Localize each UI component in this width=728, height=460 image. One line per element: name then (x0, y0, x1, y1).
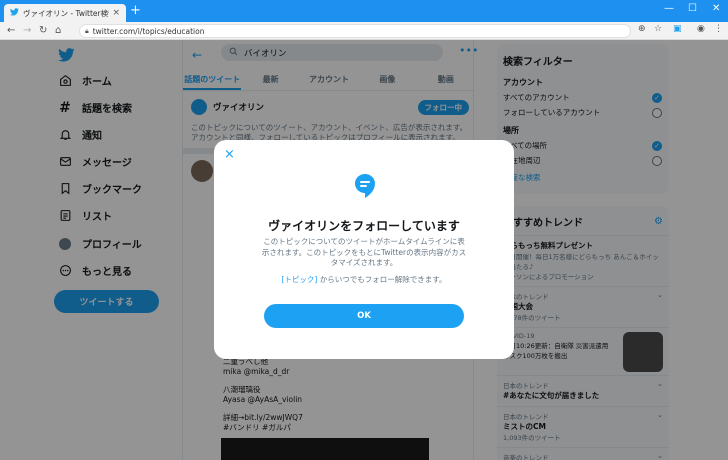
dialog-title: ヴァイオリンをフォローしています (268, 219, 460, 233)
home-browser-icon[interactable]: ⌂ (55, 24, 61, 37)
forward-icon[interactable]: → (23, 24, 31, 37)
browser-tab[interactable]: ヴァイオリン - Twitter検索 / Twitter × (4, 4, 126, 22)
browser-menu-icon[interactable]: ⋮ (714, 24, 723, 34)
reload-icon[interactable]: ↻ (39, 24, 47, 37)
dialog-body: このトピックについてのツイートがホームタイムラインに表示されます。このトピックを… (261, 237, 467, 267)
back-icon[interactable]: ← (7, 24, 15, 37)
target-icon[interactable]: ⊕ (638, 24, 646, 34)
maximize-button[interactable]: ☐ (688, 3, 697, 14)
browser-toolbar: ← → ↻ ⌂ 🔒︎ twitter.com/i/topics/educatio… (0, 22, 728, 40)
follow-confirmation-dialog: × ヴァイオリンをフォローしています このトピックについてのツイートがホームタイ… (214, 140, 514, 359)
new-tab-button[interactable]: + (130, 4, 141, 18)
star-icon[interactable]: ☆ (654, 24, 662, 34)
dialog-note-text: からいつでもフォロー解除できます。 (317, 275, 447, 284)
close-window-button[interactable]: ✕ (712, 3, 720, 14)
extension-icon[interactable]: ▣ (673, 24, 682, 34)
topics-link[interactable]: [トピック] (282, 275, 318, 284)
topic-bubble-icon (354, 173, 376, 199)
url-text: twitter.com/i/topics/education (92, 26, 205, 36)
ok-button[interactable]: OK (264, 304, 464, 328)
minimize-button[interactable]: — (664, 3, 674, 14)
address-bar[interactable]: 🔒︎ twitter.com/i/topics/education (79, 24, 631, 38)
dialog-note: [トピック] からいつでもフォロー解除できます。 (214, 274, 514, 285)
profile-icon[interactable]: ◉ (697, 24, 705, 34)
lock-icon: 🔒︎ (85, 26, 89, 35)
close-icon[interactable]: × (224, 147, 235, 162)
tab-title: ヴァイオリン - Twitter検索 / Twitter (23, 8, 109, 18)
twitter-favicon-icon (10, 8, 19, 18)
tab-close-icon[interactable]: × (112, 8, 120, 18)
browser-titlebar: ヴァイオリン - Twitter検索 / Twitter × + — ☐ ✕ (0, 0, 728, 22)
